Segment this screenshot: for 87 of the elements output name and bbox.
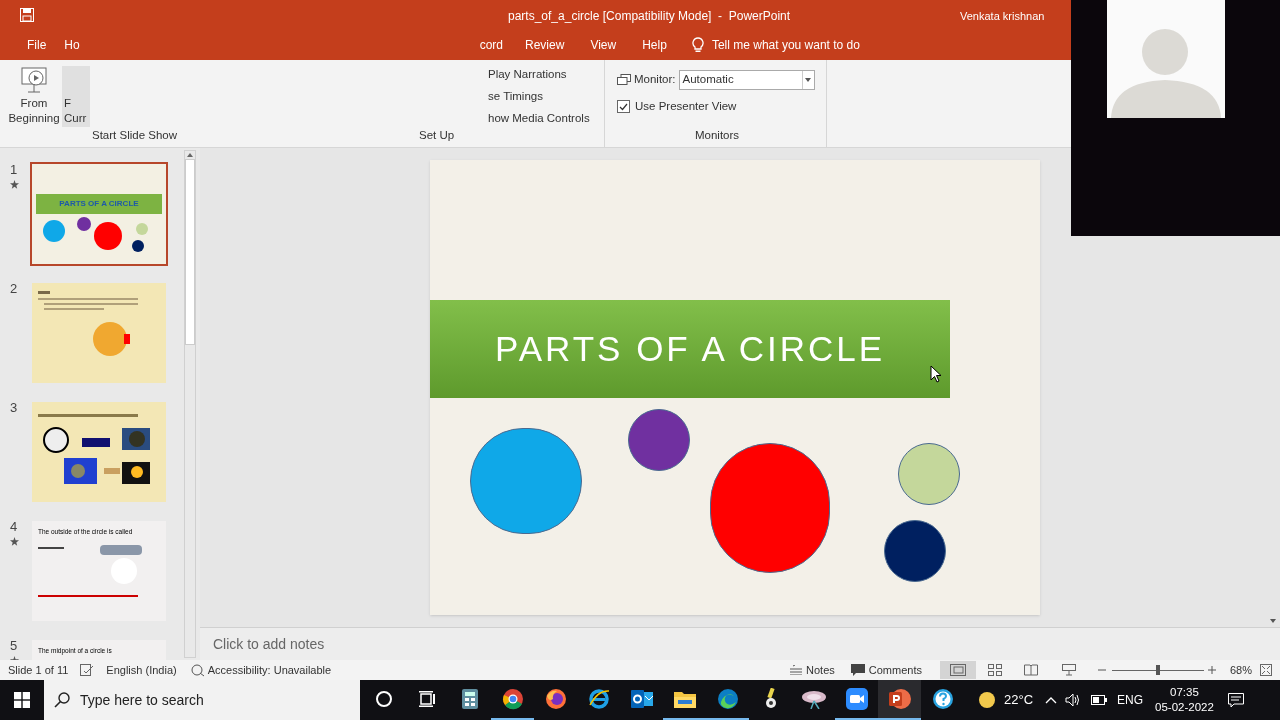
volume-icon[interactable] — [1065, 693, 1082, 707]
slide-number: 5 — [10, 638, 18, 654]
monitor-label: Monitor: — [634, 72, 676, 88]
ribbon-tab[interactable]: Review — [512, 30, 578, 60]
normal-view-button[interactable] — [939, 661, 976, 679]
ribbon-tab[interactable]: cord — [470, 30, 513, 60]
cursor-icon — [930, 365, 942, 383]
slide-sorter-icon[interactable] — [987, 664, 1002, 676]
comment-icon — [850, 664, 865, 676]
slide-thumbnail[interactable] — [30, 281, 168, 385]
taskbar-search-field[interactable]: Type here to search — [44, 680, 360, 720]
search-placeholder: Type here to search — [80, 690, 204, 710]
zoom-slider[interactable] — [1111, 665, 1204, 675]
setup-option[interactable]: how Media Controls — [488, 110, 604, 127]
setup-option[interactable]: se Timings — [488, 88, 604, 105]
satellite-dish-icon — [800, 689, 827, 709]
ribbon-tab[interactable]: File — [18, 30, 56, 60]
avatar-placeholder-icon — [1106, 0, 1225, 118]
tell-me-search[interactable]: Tell me what you want to do — [711, 36, 860, 54]
scrollbar[interactable] — [184, 150, 196, 658]
taskbar-app[interactable] — [878, 680, 921, 720]
temperature[interactable]: 22°C — [1004, 690, 1034, 710]
save-icon[interactable] — [20, 8, 34, 22]
fox-browser-icon — [544, 688, 567, 710]
browser-icon — [501, 688, 524, 710]
input-language[interactable]: ENG — [1117, 691, 1144, 709]
task-view-icon — [417, 691, 436, 707]
notes-icon — [790, 665, 803, 675]
slide-counter: Slide 1 of 11 — [8, 662, 69, 678]
help-icon — [931, 688, 954, 710]
group-label: Set Up — [418, 128, 456, 143]
zoom-thumb[interactable] — [1155, 665, 1160, 675]
normal-view-icon — [949, 664, 966, 676]
lightbulb-icon — [691, 37, 704, 53]
mail-icon — [630, 689, 653, 709]
play-slide-icon — [20, 66, 48, 96]
title-banner: PARTS OF A CIRCLE — [430, 300, 950, 398]
presenter-view-checkbox[interactable] — [617, 100, 630, 114]
notes-button[interactable]: Notes — [786, 661, 839, 679]
checkbox-label: Use Presenter View — [635, 99, 737, 114]
caret-icon — [805, 78, 812, 82]
window-title: parts_of_a_circle [Compatibility Mode] - PowerPoint — [508, 8, 791, 25]
slideshow-button[interactable]: From Beginning — [0, 66, 62, 127]
slide-number: 4 — [10, 519, 18, 535]
search-icon — [54, 692, 70, 708]
fit-slide-icon[interactable] — [1260, 664, 1272, 676]
circle-icon — [374, 690, 393, 708]
spell-check-icon[interactable] — [80, 663, 95, 677]
tray-expand-icon[interactable] — [1045, 696, 1058, 704]
setup-option[interactable]: Play Narrations — [488, 66, 604, 83]
accessibility-icon[interactable] — [190, 663, 205, 677]
slide-thumbnail[interactable] — [30, 400, 168, 504]
language-indicator[interactable]: English (India) — [106, 661, 177, 679]
reading-view-icon[interactable] — [1023, 664, 1038, 676]
weather-sun-icon[interactable] — [978, 691, 996, 709]
wave-browser-icon — [716, 688, 739, 710]
pen-tool-icon — [763, 688, 778, 710]
video-call-icon — [845, 688, 868, 710]
ribbon-tab[interactable]: View — [577, 30, 630, 60]
scroll-up-icon[interactable] — [187, 153, 193, 157]
e-browser-icon — [587, 688, 610, 710]
zoom-level[interactable]: 68% — [1229, 661, 1252, 679]
scroll-down-icon[interactable] — [1270, 619, 1276, 623]
monitor-icon — [617, 73, 631, 87]
comments-button[interactable]: Comments — [844, 661, 928, 679]
presenter-icon[interactable] — [1061, 664, 1076, 676]
battery-icon[interactable] — [1091, 695, 1108, 705]
ribbon-tab[interactable]: Help — [629, 30, 680, 60]
windows-start-icon[interactable] — [14, 692, 30, 708]
notification-icon[interactable] — [1227, 692, 1244, 708]
notes-placeholder[interactable]: Click to add notes — [213, 633, 325, 655]
slide-number: 3 — [10, 400, 18, 416]
slideshow-button[interactable]: F Curr — [62, 66, 90, 127]
user-name: Venkata krishnan — [960, 9, 1045, 24]
group-label: Start Slide Show — [91, 128, 178, 143]
ribbon-tab[interactable]: Ho — [55, 30, 89, 60]
slide-number: 2 — [10, 281, 18, 297]
clock[interactable]: 07:35 05-02-2022 — [1155, 685, 1214, 715]
thumbnail-title: PARTS OF A CIRCLE — [59, 198, 139, 210]
calculator-icon — [461, 689, 478, 709]
monitor-dropdown[interactable]: Automatic — [678, 70, 815, 90]
presentation-app-icon — [887, 688, 912, 710]
slide-number: 1 — [10, 162, 18, 178]
zoom-in-icon[interactable] — [1207, 666, 1216, 674]
folder-icon — [673, 690, 696, 708]
group-label: Monitors — [694, 128, 741, 143]
accessibility-status[interactable]: Accessibility: Unavailable — [207, 661, 332, 679]
